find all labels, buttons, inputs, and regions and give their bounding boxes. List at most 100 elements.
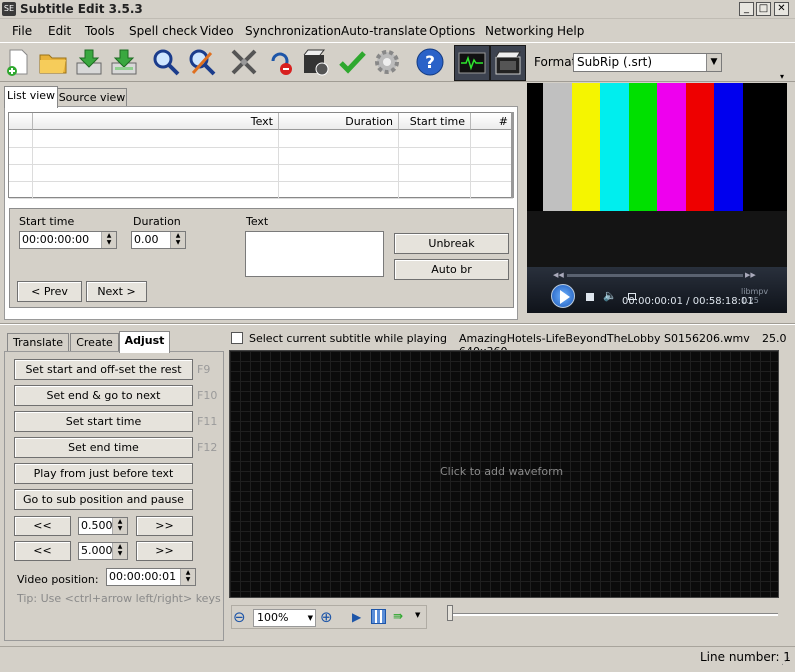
set-end-go-next-button[interactable]: Set end & go to next <box>14 385 193 406</box>
volume-icon[interactable]: 🔈 <box>603 289 617 302</box>
visual-sync-icon[interactable] <box>227 45 261 79</box>
tab-list-view[interactable]: List view <box>4 86 58 108</box>
settings-icon[interactable] <box>370 45 404 79</box>
menu-edit[interactable]: Edit <box>48 24 71 38</box>
menu-auto-translate[interactable]: Auto-translate <box>341 24 427 38</box>
select-subtitle-label: Select current subtitle while playing <box>249 332 447 345</box>
color-bar <box>686 83 714 211</box>
step-forward-large-button[interactable]: >> <box>136 541 193 561</box>
maximize-button[interactable]: □ <box>756 2 771 16</box>
subtitle-grid[interactable]: Text Duration Start time # <box>8 112 514 199</box>
shortcut-label: F11 <box>197 415 218 428</box>
grid-divider <box>32 130 33 198</box>
video-position-spinner[interactable]: ▲ ▼ <box>180 569 195 585</box>
column-number[interactable]: # <box>471 113 513 130</box>
column-start-time[interactable]: Start time <box>399 113 471 130</box>
set-start-time-button[interactable]: Set start time <box>14 411 193 432</box>
menu-networking[interactable]: Networking <box>485 24 554 38</box>
find-icon[interactable] <box>149 45 183 79</box>
table-row[interactable] <box>9 164 513 182</box>
duration-spinner[interactable]: ▲ ▼ <box>170 232 185 248</box>
play-selection-icon[interactable]: ▶ <box>352 610 361 624</box>
save-as-icon[interactable] <box>107 45 141 79</box>
start-time-input[interactable]: 00:00:00:00 ▲ ▼ <box>19 231 117 249</box>
prev-button[interactable]: < Prev <box>17 281 82 302</box>
grid-divider <box>398 130 399 198</box>
waveform-toggle-icon[interactable] <box>454 45 490 81</box>
step-large-spinner[interactable]: ▲ ▼ <box>112 543 127 559</box>
step-forward-small-button[interactable]: >> <box>136 516 193 536</box>
step-large-input[interactable]: 5.000 ▲ ▼ <box>78 542 128 560</box>
video-position-input[interactable]: 00:00:00:01 ▲ ▼ <box>106 568 196 586</box>
start-time-spinner[interactable]: ▲ ▼ <box>101 232 116 248</box>
menu-help[interactable]: Help <box>557 24 584 38</box>
zoom-in-icon[interactable]: ⊕ <box>320 608 333 626</box>
table-row[interactable] <box>9 130 513 148</box>
menu-spell-check[interactable]: Spell check <box>129 24 197 38</box>
step-small-value: 0.500 <box>81 519 113 532</box>
menu-video[interactable]: Video <box>200 24 234 38</box>
menu-tools[interactable]: Tools <box>85 24 115 38</box>
stop-icon[interactable] <box>586 293 594 301</box>
chevron-down-icon[interactable]: ▼ <box>308 610 313 626</box>
format-value: SubRip (.srt) <box>577 55 653 69</box>
set-start-offset-button[interactable]: Set start and off-set the rest <box>14 359 193 380</box>
select-subtitle-checkbox[interactable] <box>231 332 243 344</box>
go-to-sub-position-button[interactable]: Go to sub position and pause <box>14 489 193 510</box>
menu-synchronization[interactable]: Synchronization <box>245 24 341 38</box>
close-button[interactable]: ✕ <box>774 2 789 16</box>
replace-icon[interactable] <box>185 45 219 79</box>
table-row[interactable] <box>9 147 513 165</box>
waveform-position-slider[interactable] <box>447 605 453 621</box>
column-duration[interactable]: Duration <box>279 113 399 130</box>
grid-divider <box>470 130 471 198</box>
video-player[interactable]: ◀◀ ▶▶ 🔈 libmpv 1.25 00:00:00:01 / 00:58:… <box>527 83 787 313</box>
column-text[interactable]: Text <box>33 113 279 130</box>
new-file-icon[interactable] <box>1 45 35 79</box>
step-back-large-button[interactable]: << <box>14 541 71 561</box>
burn-in-icon[interactable] <box>299 45 333 79</box>
subtitle-text-input[interactable] <box>245 231 384 277</box>
toggle-spectrogram-icon[interactable] <box>371 609 386 624</box>
rewind-icon[interactable]: ◀◀ <box>553 271 564 279</box>
chevron-down-icon[interactable]: ▼ <box>706 54 721 71</box>
save-icon[interactable] <box>72 45 106 79</box>
resize-grip-icon[interactable]: ⋰ <box>781 657 790 667</box>
format-dropdown[interactable]: SubRip (.srt) ▼ <box>573 53 722 72</box>
toolbar-overflow-icon[interactable]: ▾ <box>780 72 784 81</box>
splitter[interactable] <box>0 323 795 325</box>
step-small-spinner[interactable]: ▲ ▼ <box>112 518 127 534</box>
play-button[interactable] <box>551 284 575 308</box>
video-toggle-icon[interactable] <box>490 45 526 81</box>
zoom-out-icon[interactable]: ⊖ <box>233 608 246 626</box>
tab-source-view[interactable]: Source view <box>57 88 127 108</box>
start-time-value: 00:00:00:00 <box>22 233 90 246</box>
unbreak-button[interactable]: Unbreak <box>394 233 509 254</box>
next-button[interactable]: Next > <box>86 281 147 302</box>
step-small-input[interactable]: 0.500 ▲ ▼ <box>78 517 128 535</box>
menu-options[interactable]: Options <box>429 24 475 38</box>
waveform-position-track[interactable] <box>448 613 778 616</box>
play-before-text-button[interactable]: Play from just before text <box>14 463 193 484</box>
tab-translate[interactable]: Translate <box>7 333 69 353</box>
arrow-right-icon[interactable]: ⇛ <box>393 609 403 623</box>
forward-icon[interactable]: ▶▶ <box>745 271 756 279</box>
text-label: Text <box>246 215 269 228</box>
zoom-select[interactable]: 100% ▼ <box>253 609 316 627</box>
fix-common-errors-icon[interactable] <box>335 45 369 79</box>
spell-check-icon[interactable] <box>263 45 297 79</box>
auto-br-button[interactable]: Auto br <box>394 259 509 280</box>
grid-scrollbar[interactable] <box>511 112 514 198</box>
help-icon[interactable]: ? <box>413 45 447 79</box>
tab-adjust[interactable]: Adjust <box>119 331 170 353</box>
step-back-small-button[interactable]: << <box>14 516 71 536</box>
seek-bar[interactable] <box>567 274 743 277</box>
minimize-button[interactable]: _ <box>739 2 754 16</box>
set-end-time-button[interactable]: Set end time <box>14 437 193 458</box>
tab-create[interactable]: Create <box>70 333 119 353</box>
menu-file[interactable]: File <box>12 24 32 38</box>
table-row[interactable] <box>9 181 513 199</box>
chevron-down-icon[interactable]: ▼ <box>415 611 420 619</box>
open-folder-icon[interactable] <box>36 45 70 79</box>
duration-input[interactable]: 0.00 ▲ ▼ <box>131 231 186 249</box>
